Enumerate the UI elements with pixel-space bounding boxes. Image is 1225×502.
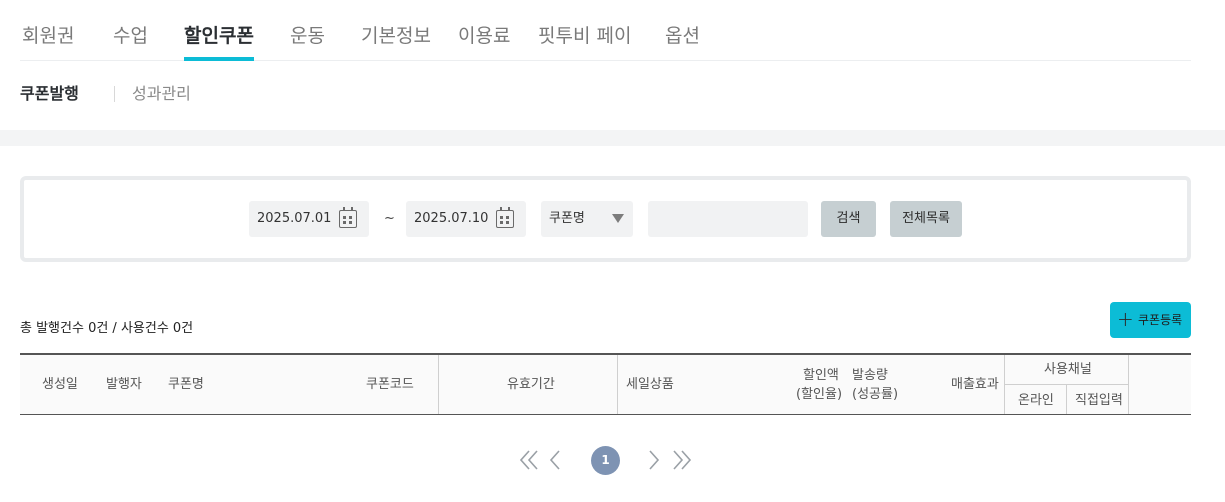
- subtab-performance[interactable]: 성과관리: [132, 83, 191, 105]
- register-coupon-button[interactable]: + 쿠폰등록: [1110, 302, 1191, 338]
- subtab-coupon-issue[interactable]: 쿠폰발행: [20, 83, 79, 105]
- dropdown-arrow-icon: [612, 214, 624, 223]
- column-divider: [438, 355, 439, 414]
- search-keyword-input[interactable]: [648, 201, 808, 237]
- header-validity-period[interactable]: 유효기간: [507, 377, 555, 393]
- date-range-separator: ~: [384, 211, 395, 226]
- tab-class[interactable]: 수업: [113, 24, 148, 48]
- header-success-rate: (성공률): [852, 387, 899, 402]
- next-page-icon[interactable]: [648, 449, 660, 471]
- plus-icon: +: [1117, 307, 1134, 331]
- column-divider: [1128, 355, 1129, 414]
- header-sales-effect[interactable]: 매출효과: [951, 377, 999, 393]
- calendar-icon[interactable]: [496, 207, 514, 228]
- header-issuer[interactable]: 발행자: [106, 377, 142, 393]
- all-list-button[interactable]: 전체목록: [890, 201, 962, 237]
- page-number-current[interactable]: 1: [591, 446, 620, 475]
- header-created-date[interactable]: 생성일: [42, 377, 78, 393]
- tab-options[interactable]: 옵션: [665, 24, 700, 48]
- coupon-table-header: 생성일 발행자 쿠폰명 쿠폰코드 유효기간 세일상품 할인액 (할인율) 발송량…: [20, 353, 1191, 415]
- search-button[interactable]: 검색: [821, 201, 876, 237]
- header-send-count[interactable]: 발송량: [852, 368, 888, 384]
- tab-exercise[interactable]: 운동: [290, 24, 325, 48]
- main-tab-bar: 회원권 수업 할인쿠폰 운동 기본정보 이용료 핏투비 페이 옵션: [20, 0, 1191, 61]
- header-discount-amount[interactable]: 할인액: [803, 368, 839, 384]
- search-type-select[interactable]: 쿠폰명: [541, 201, 633, 237]
- header-coupon-code[interactable]: 쿠폰코드: [366, 377, 414, 393]
- column-divider: [1066, 384, 1067, 414]
- start-date-field[interactable]: 2025.07.01: [249, 201, 369, 237]
- calendar-icon[interactable]: [339, 207, 357, 228]
- start-date-value: 2025.07.01: [257, 211, 332, 226]
- tab-fee[interactable]: 이용료: [458, 24, 510, 48]
- last-page-icon[interactable]: [672, 449, 692, 471]
- column-divider: [617, 355, 618, 414]
- prev-page-icon[interactable]: [549, 449, 561, 471]
- register-coupon-label: 쿠폰등록: [1138, 313, 1183, 327]
- tab-basic-info[interactable]: 기본정보: [361, 24, 431, 48]
- tab-membership[interactable]: 회원권: [22, 24, 74, 48]
- header-online[interactable]: 온라인: [1018, 393, 1054, 409]
- tab-discount-coupon[interactable]: 할인쿠폰: [184, 24, 254, 61]
- search-type-value: 쿠폰명: [549, 211, 585, 226]
- header-sale-product[interactable]: 세일상품: [626, 377, 674, 393]
- first-page-icon[interactable]: [520, 449, 540, 471]
- tab-fit2b-pay[interactable]: 핏투비 페이: [538, 24, 631, 48]
- header-usage-channel: 사용채널: [1044, 362, 1092, 377]
- header-coupon-name[interactable]: 쿠폰명: [168, 377, 204, 393]
- end-date-field[interactable]: 2025.07.10: [406, 201, 526, 237]
- header-manual-input[interactable]: 직접입력: [1075, 393, 1123, 409]
- issue-summary: 총 발행건수 0건 / 사용건수 0건: [20, 321, 194, 336]
- sub-tab-divider: [114, 86, 115, 102]
- end-date-value: 2025.07.10: [414, 211, 489, 226]
- section-divider-band: [0, 130, 1225, 146]
- header-discount-rate: (할인율): [796, 387, 843, 402]
